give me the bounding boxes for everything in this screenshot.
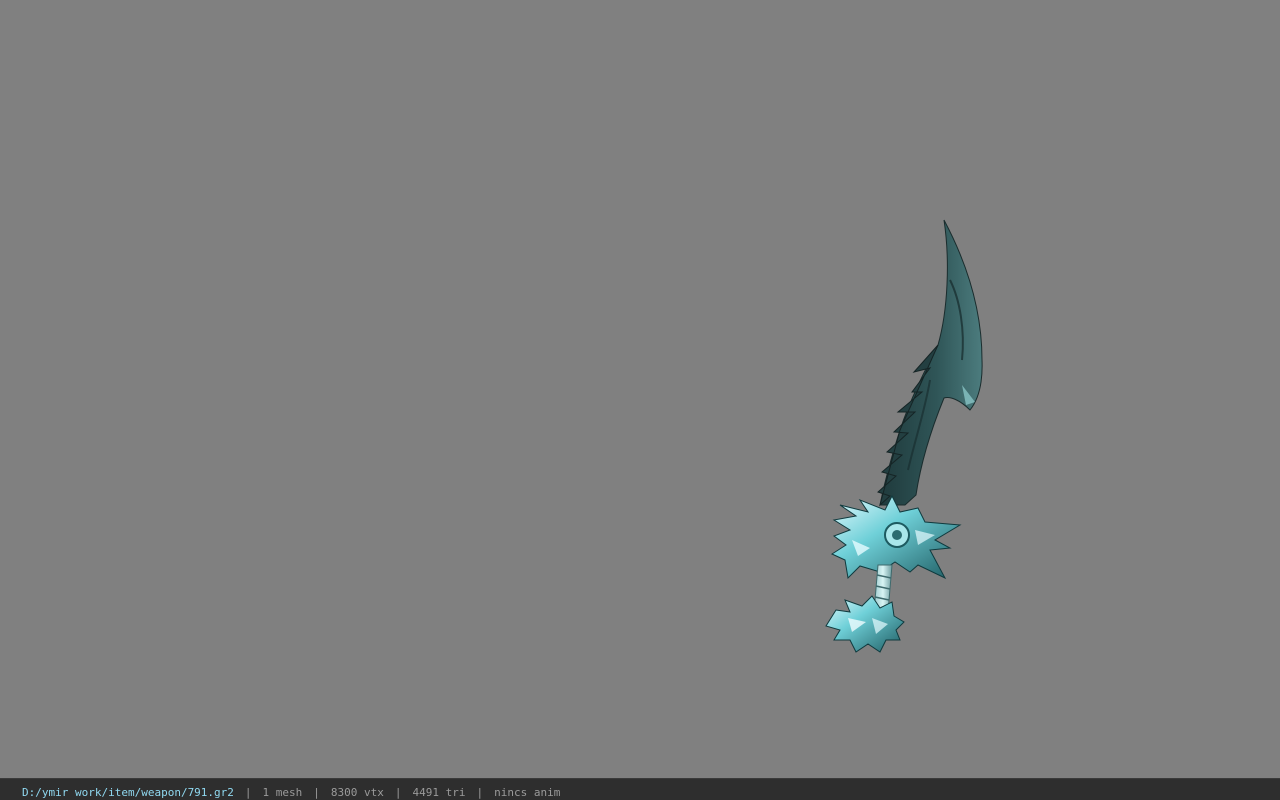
separator: | bbox=[394, 786, 402, 799]
blade bbox=[877, 219, 983, 507]
3d-viewport[interactable] bbox=[0, 0, 1280, 778]
sword-model[interactable] bbox=[0, 0, 1280, 778]
mesh-count: 1 mesh bbox=[262, 786, 303, 799]
status-bar: D:/ymir work/item/weapon/791.gr2 | 1 mes… bbox=[0, 778, 1280, 800]
separator: | bbox=[476, 786, 484, 799]
triangle-count: 4491 tri bbox=[412, 786, 466, 799]
separator: | bbox=[244, 786, 252, 799]
animation-status: nincs anim bbox=[494, 786, 561, 799]
pommel bbox=[825, 595, 905, 653]
crossguard bbox=[830, 494, 962, 580]
vertex-count: 8300 vtx bbox=[330, 786, 384, 799]
separator: | bbox=[313, 786, 320, 799]
file-path: D:/ymir work/item/weapon/791.gr2 bbox=[22, 786, 234, 799]
